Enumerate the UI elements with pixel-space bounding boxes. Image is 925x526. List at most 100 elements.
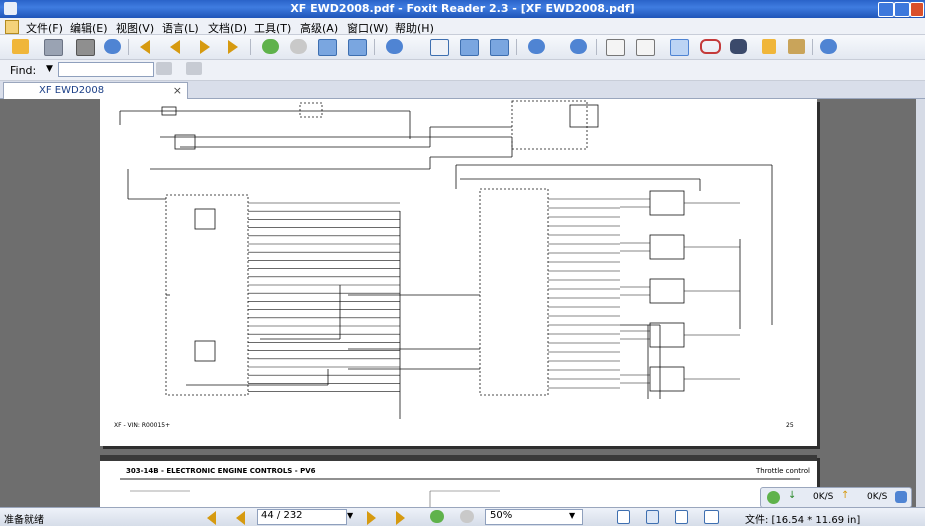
continuous-page-icon[interactable] — [646, 510, 659, 524]
first-page-icon[interactable] — [140, 40, 150, 54]
email-icon[interactable] — [104, 39, 121, 54]
toolbar-separator — [374, 39, 375, 55]
page-number: 25 — [786, 422, 794, 429]
find-bar: Find: ▼ — [0, 60, 925, 81]
bookmark-icon[interactable] — [606, 39, 625, 56]
page-dropdown-icon[interactable]: ▼ — [347, 511, 353, 520]
select-tool-icon[interactable] — [700, 39, 721, 54]
open-icon[interactable] — [12, 39, 29, 54]
pdf-page-next: 303-14B - ELECTRONIC ENGINE CONTROLS - P… — [100, 455, 817, 507]
page-footer-left: XF - VIN: R00015+ — [114, 422, 171, 429]
vertical-scrollbar[interactable] — [916, 99, 925, 507]
find-input[interactable] — [58, 62, 154, 77]
text-tool-icon[interactable] — [762, 39, 776, 54]
menu-bar: 文件(F) 编辑(E) 视图(V) 语言(L) 文档(D) 工具(T) 高级(A… — [0, 18, 925, 35]
go-back-icon[interactable] — [430, 510, 444, 523]
component-box — [649, 190, 685, 216]
wiring-diagram — [119, 100, 773, 419]
print-icon[interactable] — [76, 39, 95, 56]
download-arrow-icon: ↓ — [788, 490, 797, 501]
toolbar-separator — [596, 39, 597, 55]
rotate-left-icon[interactable] — [318, 39, 337, 56]
facing-pages-icon[interactable] — [675, 510, 688, 524]
previous-page-icon[interactable] — [236, 511, 245, 525]
menu-help[interactable]: 帮助(H) — [395, 20, 434, 36]
menu-window[interactable]: 窗口(W) — [347, 20, 388, 36]
menu-edit[interactable]: 编辑(E) — [70, 20, 108, 36]
pdf-page-current: XF - VIN: R00015+ 25 — [100, 99, 817, 446]
help-icon[interactable] — [820, 39, 837, 54]
menu-document[interactable]: 文档(D) — [208, 20, 247, 36]
document-menu-icon[interactable] — [5, 20, 19, 34]
document-tab[interactable]: XF EWD2008 × — [3, 82, 188, 99]
widget-settings-icon[interactable] — [895, 491, 907, 503]
zoom-out-icon[interactable] — [528, 39, 545, 54]
component-box — [165, 194, 249, 396]
upload-arrow-icon: ↑ — [841, 490, 850, 501]
menu-advanced[interactable]: 高级(A) — [300, 20, 338, 36]
toolbar-separator — [128, 39, 129, 55]
component-box — [299, 102, 323, 118]
component-box — [649, 322, 685, 348]
status-bar: 准备就绪 44 / 232 ▼ 50% ▼ 文件: [16.54 * 11.69… — [0, 507, 925, 526]
zoom-in-icon[interactable] — [386, 39, 403, 54]
go-forward-icon[interactable] — [460, 510, 474, 523]
previous-page-icon[interactable] — [170, 40, 180, 54]
fit-page-icon[interactable] — [460, 39, 479, 56]
toolbar-separator — [250, 39, 251, 55]
find-icon[interactable] — [730, 39, 747, 54]
snapshot-icon[interactable] — [788, 39, 805, 54]
last-page-icon[interactable] — [228, 40, 238, 54]
page-number-field[interactable]: 44 / 232 — [257, 509, 347, 525]
close-window-button[interactable] — [910, 2, 924, 17]
document-tab-label: XF EWD2008 — [39, 85, 105, 96]
zoom-dropdown-icon[interactable]: ▼ — [569, 511, 575, 520]
toolbar-separator — [812, 39, 813, 55]
go-back-icon[interactable] — [262, 39, 279, 54]
close-tab-icon[interactable]: × — [173, 84, 182, 97]
find-previous-icon[interactable] — [156, 62, 172, 75]
file-size: 文件: [16.54 * 11.69 in] — [745, 515, 861, 526]
fit-width-icon[interactable] — [490, 39, 509, 56]
upload-speed: 0K/S — [867, 492, 888, 502]
thumbnail-icon[interactable] — [636, 39, 655, 56]
menu-language[interactable]: 语言(L) — [162, 20, 199, 36]
find-label: Find: — [10, 64, 37, 77]
hand-tool-icon[interactable] — [670, 39, 689, 56]
go-forward-icon[interactable] — [290, 39, 307, 54]
toolbar — [0, 35, 925, 60]
tab-bar: XF EWD2008 × — [0, 81, 925, 99]
first-page-icon[interactable] — [207, 511, 216, 525]
last-page-icon[interactable] — [396, 511, 405, 525]
save-icon[interactable] — [44, 39, 63, 56]
minimize-button[interactable] — [878, 2, 894, 17]
rotate-right-icon[interactable] — [348, 39, 367, 56]
window-title: XF EWD2008.pdf - Foxit Reader 2.3 - [XF … — [290, 2, 635, 15]
find-options-dropdown[interactable]: ▼ — [46, 64, 53, 74]
document-viewer[interactable]: XF - VIN: R00015+ 25 303-14B - ELECTRONI… — [0, 99, 925, 507]
next-page-icon[interactable] — [200, 40, 210, 54]
component-box — [194, 340, 216, 362]
component-box — [194, 208, 216, 230]
menu-view[interactable]: 视图(V) — [116, 20, 154, 36]
maximize-button[interactable] — [894, 2, 910, 17]
single-page-icon[interactable] — [617, 510, 630, 524]
next-page-icon[interactable] — [367, 511, 376, 525]
menu-tools[interactable]: 工具(T) — [254, 20, 291, 36]
find-next-icon[interactable] — [186, 62, 202, 75]
toolbar-separator — [516, 39, 517, 55]
menu-file[interactable]: 文件(F) — [26, 20, 63, 36]
component-box — [479, 188, 549, 396]
status-text: 准备就绪 — [4, 515, 44, 526]
title-bar: XF EWD2008.pdf - Foxit Reader 2.3 - [XF … — [0, 0, 925, 18]
zoom-in-plus-icon[interactable] — [570, 39, 587, 54]
continuous-facing-icon[interactable] — [704, 510, 719, 524]
component-box — [649, 278, 685, 304]
network-speed-widget: ↓ 0K/S ↑ 0K/S — [760, 487, 912, 508]
component-box — [649, 366, 685, 392]
actual-size-icon[interactable] — [430, 39, 449, 56]
component-box — [649, 234, 685, 260]
download-speed: 0K/S — [813, 492, 834, 502]
component-box — [511, 100, 588, 150]
network-icon[interactable] — [767, 491, 780, 504]
